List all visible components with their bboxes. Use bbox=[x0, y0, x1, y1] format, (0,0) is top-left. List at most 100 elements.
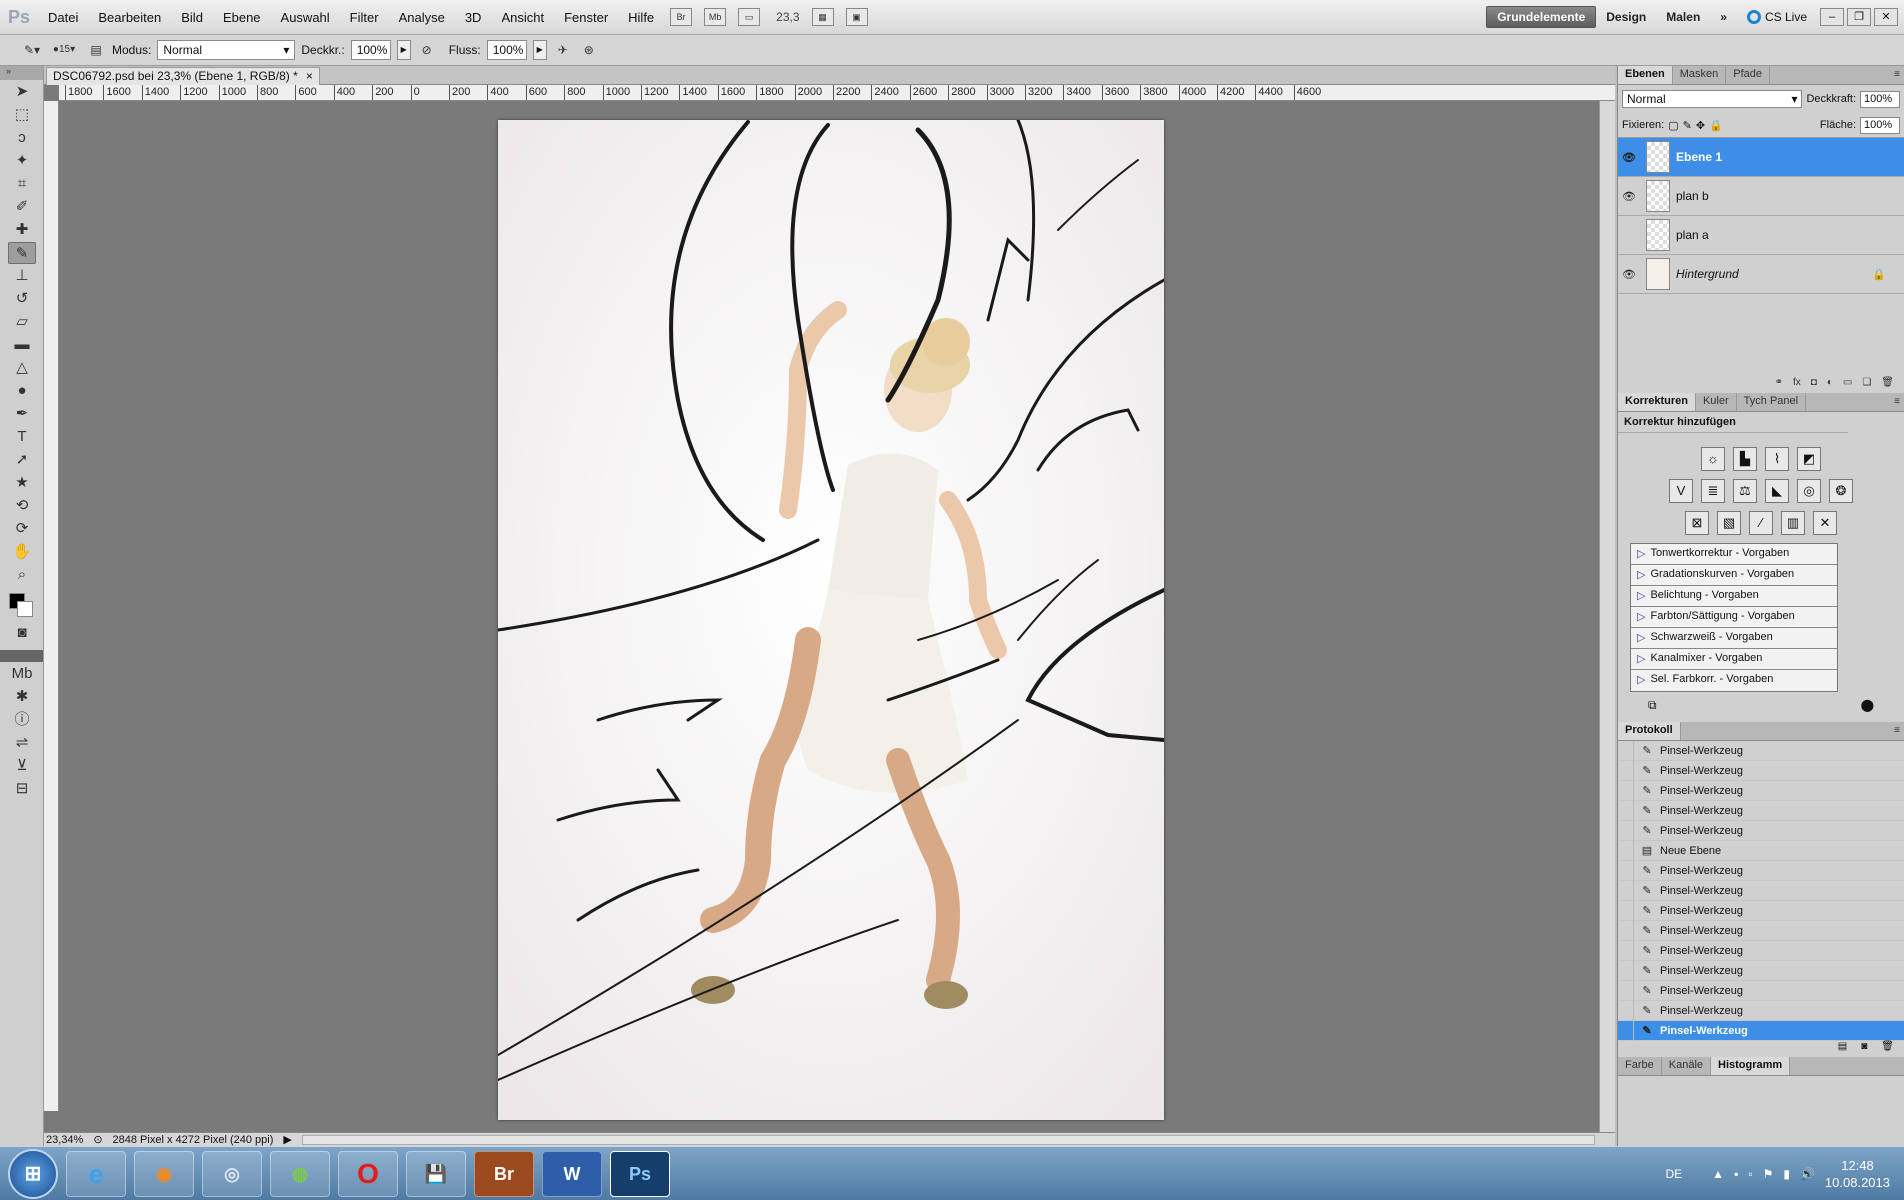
background-color-swatch[interactable] bbox=[17, 601, 33, 617]
toolbox-collapse-icon[interactable]: » bbox=[0, 66, 43, 80]
info-panel-icon[interactable]: ⓘ bbox=[8, 709, 36, 731]
snapshot-icon[interactable]: ◙ bbox=[1861, 1041, 1867, 1055]
tab-tych-panel[interactable]: Tych Panel bbox=[1737, 393, 1807, 411]
lock-all-icon[interactable]: 🔒 bbox=[1709, 119, 1723, 132]
panel-menu-icon[interactable]: ≡ bbox=[1894, 725, 1900, 736]
preset-item[interactable]: ▷ Gradationskurven - Vorgaben bbox=[1631, 565, 1837, 586]
preset-item[interactable]: ▷ Kanalmixer - Vorgaben bbox=[1631, 649, 1837, 670]
zoom-level-dropdown[interactable]: 23,3 bbox=[776, 10, 799, 24]
language-indicator[interactable]: DE bbox=[1666, 1167, 1683, 1181]
preset-item[interactable]: ▷ Tonwertkorrektur - Vorgaben bbox=[1631, 544, 1837, 565]
taskbar-ie[interactable]: e bbox=[66, 1150, 126, 1197]
history-item[interactable]: ✎ Pinsel-Werkzeug bbox=[1618, 960, 1904, 981]
history-source-box[interactable] bbox=[1618, 880, 1634, 901]
trash-icon[interactable]: 🗑 bbox=[1881, 1041, 1894, 1055]
history-item[interactable]: ✎ Pinsel-Werkzeug bbox=[1618, 800, 1904, 821]
close-window-button[interactable]: ✕ bbox=[1874, 8, 1898, 26]
layer-row[interactable]: 👁 Ebene 1 bbox=[1618, 138, 1904, 177]
3d-orbit-tool-icon[interactable]: ⟳ bbox=[8, 518, 36, 540]
menu-datei[interactable]: Datei bbox=[38, 10, 88, 25]
cs-live-button[interactable]: CS Live bbox=[1746, 10, 1807, 24]
zoom-tool-icon[interactable]: ⌕ bbox=[8, 564, 36, 586]
bridge-button[interactable]: Br bbox=[670, 8, 693, 26]
panel-menu-icon[interactable]: ≡ bbox=[1894, 69, 1900, 80]
lock-pixels-icon[interactable]: ✎ bbox=[1683, 119, 1692, 132]
vertical-scrollbar[interactable] bbox=[1599, 101, 1615, 1132]
history-source-box[interactable] bbox=[1618, 760, 1634, 781]
tab-protokoll[interactable]: Protokoll bbox=[1618, 722, 1681, 740]
show-hidden-icons-icon[interactable]: ▲ bbox=[1712, 1167, 1724, 1181]
brush-presets-panel-icon[interactable]: ✱ bbox=[8, 686, 36, 708]
tab-kanaele[interactable]: Kanäle bbox=[1662, 1057, 1712, 1075]
eyedropper-tool-icon[interactable]: ✐ bbox=[8, 196, 36, 218]
pen-tool-icon[interactable]: ✒ bbox=[8, 403, 36, 425]
history-item[interactable]: ✎ Pinsel-Werkzeug bbox=[1618, 980, 1904, 1001]
actions-panel-icon[interactable]: ⊟ bbox=[8, 778, 36, 800]
status-info-icon[interactable]: ⊙ bbox=[93, 1133, 102, 1146]
curves-icon[interactable]: ⌇ bbox=[1765, 447, 1789, 471]
tab-farbe[interactable]: Farbe bbox=[1618, 1057, 1662, 1075]
volume-icon[interactable]: 🔊 bbox=[1800, 1167, 1815, 1181]
minimize-button[interactable]: – bbox=[1820, 8, 1844, 26]
minibridge-button[interactable]: Mb bbox=[704, 8, 727, 26]
tab-histogramm[interactable]: Histogramm bbox=[1711, 1057, 1791, 1075]
link-layers-icon[interactable]: ⚭ bbox=[1775, 377, 1783, 391]
gradient-map-icon[interactable]: ▥ bbox=[1781, 511, 1805, 535]
posterize-icon[interactable]: ▧ bbox=[1717, 511, 1741, 535]
crop-tool-icon[interactable]: ⌗ bbox=[8, 173, 36, 195]
lock-transparency-icon[interactable]: ▢ bbox=[1668, 119, 1678, 132]
selective-color-icon[interactable]: ✕ bbox=[1813, 511, 1837, 535]
tab-ebenen[interactable]: Ebenen bbox=[1618, 66, 1673, 84]
workspace-malen[interactable]: Malen bbox=[1656, 7, 1710, 27]
history-source-box[interactable] bbox=[1618, 940, 1634, 961]
flow-slider-button[interactable]: ▶ bbox=[532, 40, 547, 60]
layer-row[interactable]: plan a bbox=[1618, 216, 1904, 255]
menu-ebene[interactable]: Ebene bbox=[213, 10, 271, 25]
history-source-box[interactable] bbox=[1618, 780, 1634, 801]
close-tab-icon[interactable]: × bbox=[306, 69, 313, 84]
history-source-box[interactable] bbox=[1618, 820, 1634, 841]
history-item[interactable]: ✎ Pinsel-Werkzeug bbox=[1618, 900, 1904, 921]
horizontal-scrollbar[interactable] bbox=[301, 1134, 1595, 1145]
history-source-box[interactable] bbox=[1618, 1000, 1634, 1021]
new-document-from-state-icon[interactable]: ▤ bbox=[1838, 1041, 1847, 1055]
taskbar-opera[interactable]: O bbox=[338, 1150, 398, 1197]
tray-network-error-icon[interactable]: ▫ bbox=[1748, 1167, 1752, 1181]
black-white-icon[interactable]: ◣ bbox=[1765, 479, 1789, 503]
brush-tool-icon[interactable]: ✎ bbox=[8, 242, 36, 264]
hand-tool-icon[interactable]: ✋ bbox=[8, 541, 36, 563]
history-source-box[interactable] bbox=[1618, 1020, 1634, 1041]
preset-item[interactable]: ▷ Belichtung - Vorgaben bbox=[1631, 586, 1837, 607]
history-source-box[interactable] bbox=[1618, 860, 1634, 881]
dodge-tool-icon[interactable]: ● bbox=[8, 380, 36, 402]
menu-ansicht[interactable]: Ansicht bbox=[491, 10, 554, 25]
new-group-icon[interactable]: ▭ bbox=[1843, 377, 1852, 391]
clone-source-panel-icon[interactable]: ⊻ bbox=[8, 755, 36, 777]
opacity-slider-button[interactable]: ▶ bbox=[396, 40, 411, 60]
status-zoom[interactable]: 23,34% bbox=[46, 1134, 83, 1146]
move-tool-icon[interactable]: ➤ bbox=[8, 81, 36, 103]
opacity-input[interactable]: 100% bbox=[350, 40, 391, 60]
brush-tool-preset-icon[interactable]: ✎▾ bbox=[22, 40, 42, 60]
eye-icon[interactable]: 👁 bbox=[1618, 190, 1640, 203]
photo-filter-icon[interactable]: ◎ bbox=[1797, 479, 1821, 503]
status-arrow-icon[interactable]: ▶ bbox=[283, 1133, 291, 1146]
preset-item[interactable]: ▷ Sel. Farbkorr. - Vorgaben bbox=[1631, 670, 1837, 691]
workspace-more-button[interactable]: » bbox=[1710, 7, 1737, 27]
taskbar-bridge[interactable]: Br bbox=[474, 1150, 534, 1197]
history-item[interactable]: ▤ Neue Ebene bbox=[1618, 840, 1904, 861]
arrange-documents-button[interactable]: ▦ bbox=[811, 8, 834, 26]
workspace-grundelemente[interactable]: Grundelemente bbox=[1486, 6, 1597, 28]
levels-icon[interactable]: ▙ bbox=[1733, 447, 1757, 471]
history-item[interactable]: ✎ Pinsel-Werkzeug bbox=[1618, 920, 1904, 941]
type-tool-icon[interactable]: T bbox=[8, 426, 36, 448]
add-mask-icon[interactable]: ◘ bbox=[1811, 377, 1817, 391]
history-item[interactable]: ✎ Pinsel-Werkzeug bbox=[1618, 880, 1904, 901]
preset-item[interactable]: ▷ Farbton/Sättigung - Vorgaben bbox=[1631, 607, 1837, 628]
history-source-box[interactable] bbox=[1618, 980, 1634, 1001]
panel-menu-icon[interactable]: ≡ bbox=[1894, 396, 1900, 407]
tab-kuler[interactable]: Kuler bbox=[1696, 393, 1737, 411]
minibridge-panel-icon[interactable]: Mb bbox=[8, 663, 36, 685]
brightness-contrast-icon[interactable]: ☼ bbox=[1701, 447, 1725, 471]
layer-opacity-input[interactable]: 100% bbox=[1860, 90, 1900, 108]
